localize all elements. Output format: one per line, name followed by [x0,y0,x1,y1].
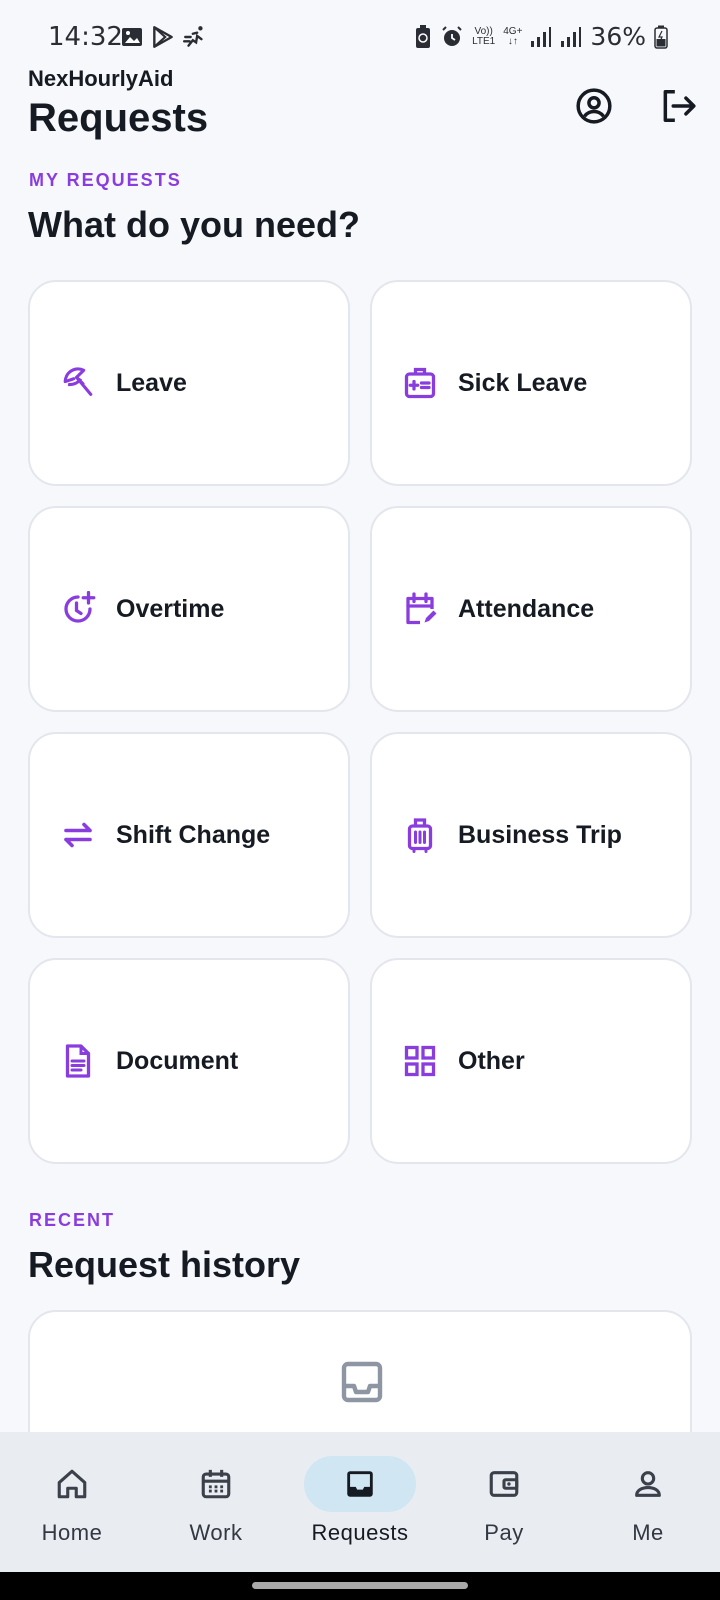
medical-id-icon [400,363,440,403]
recent-title: Request history [28,1244,301,1285]
person-icon [635,1471,661,1497]
battery-percent: 36% [590,22,646,51]
play-store-icon [153,26,173,48]
nav-label: Home [41,1520,103,1545]
battery-saver-icon [416,24,431,48]
nav-label: Work [189,1520,243,1545]
request-card-other[interactable]: Other [370,958,692,1164]
logout-icon [663,90,696,122]
status-left-icons [120,24,208,50]
request-card-attendance[interactable]: Attendance [370,506,692,712]
request-card-label: Sick Leave [458,368,588,397]
request-card-label: Business Trip [458,820,622,849]
nav-item-requests[interactable]: Requests [300,1456,420,1546]
swap-arrows-icon [58,815,98,855]
status-right-icons: Vo)) LTE1 4G+ ↓↑ 36% [414,22,668,51]
request-type-grid: Leave Sick Leave Overtime Attendance Shi… [28,280,692,1164]
nav-item-home[interactable]: Home [12,1456,132,1546]
request-card-shift-change[interactable]: Shift Change [28,732,350,938]
inbox-icon [341,1361,383,1403]
recent-eyebrow: RECENT [29,1210,116,1230]
request-card-leave[interactable]: Leave [28,280,350,486]
profile-button[interactable] [572,84,616,128]
running-icon [182,26,203,47]
calendar-icon [201,1469,231,1499]
request-card-label: Shift Change [116,820,271,849]
home-icon [57,1469,87,1499]
system-navigation-bar [0,1572,720,1600]
clock-plus-icon [58,589,98,629]
page-title: Requests [28,96,209,140]
request-card-label: Document [116,1046,239,1075]
nav-item-pay[interactable]: Pay [444,1456,564,1546]
nav-item-work[interactable]: Work [156,1456,276,1546]
inbox-icon [347,1471,373,1497]
request-card-label: Overtime [116,594,225,623]
request-card-label: Attendance [458,594,595,623]
nav-label: Requests [311,1520,409,1545]
bottom-navigation: Home Work Requests Pay Me [0,1432,720,1572]
nav-active-indicator [304,1456,416,1512]
signal-icon [531,26,552,47]
status-bar: 14:32 Vo)) LTE1 4G+ ↓↑ 36% [0,0,720,70]
request-card-label: Leave [116,368,187,397]
gesture-handle[interactable] [252,1582,468,1589]
app-name: NexHourlyAid [28,66,174,91]
volte-icon: Vo)) LTE1 [472,25,496,47]
nav-item-me[interactable]: Me [588,1456,708,1546]
grid-icon [400,1041,440,1081]
request-card-sick-leave[interactable]: Sick Leave [370,280,692,486]
image-icon [122,28,142,46]
4g-icon: 4G+ ↓↑ [503,25,523,47]
document-icon [58,1041,98,1081]
request-card-label: Other [458,1046,525,1075]
request-card-business-trip[interactable]: Business Trip [370,732,692,938]
account-circle-icon [576,88,612,124]
calendar-edit-icon [400,589,440,629]
signal-icon [561,26,582,47]
section-title: What do you need? [28,204,360,245]
request-card-document[interactable]: Document [28,958,350,1164]
alarm-icon [442,25,462,46]
battery-icon [654,25,668,49]
status-time: 14:32 [48,22,123,52]
section-eyebrow: MY REQUESTS [29,170,182,190]
wallet-icon [489,1471,519,1497]
luggage-icon [400,815,440,855]
nav-label: Pay [484,1520,524,1545]
request-card-overtime[interactable]: Overtime [28,506,350,712]
logout-button[interactable] [656,84,700,128]
nav-label: Me [632,1520,664,1545]
beach-umbrella-icon [58,363,98,403]
